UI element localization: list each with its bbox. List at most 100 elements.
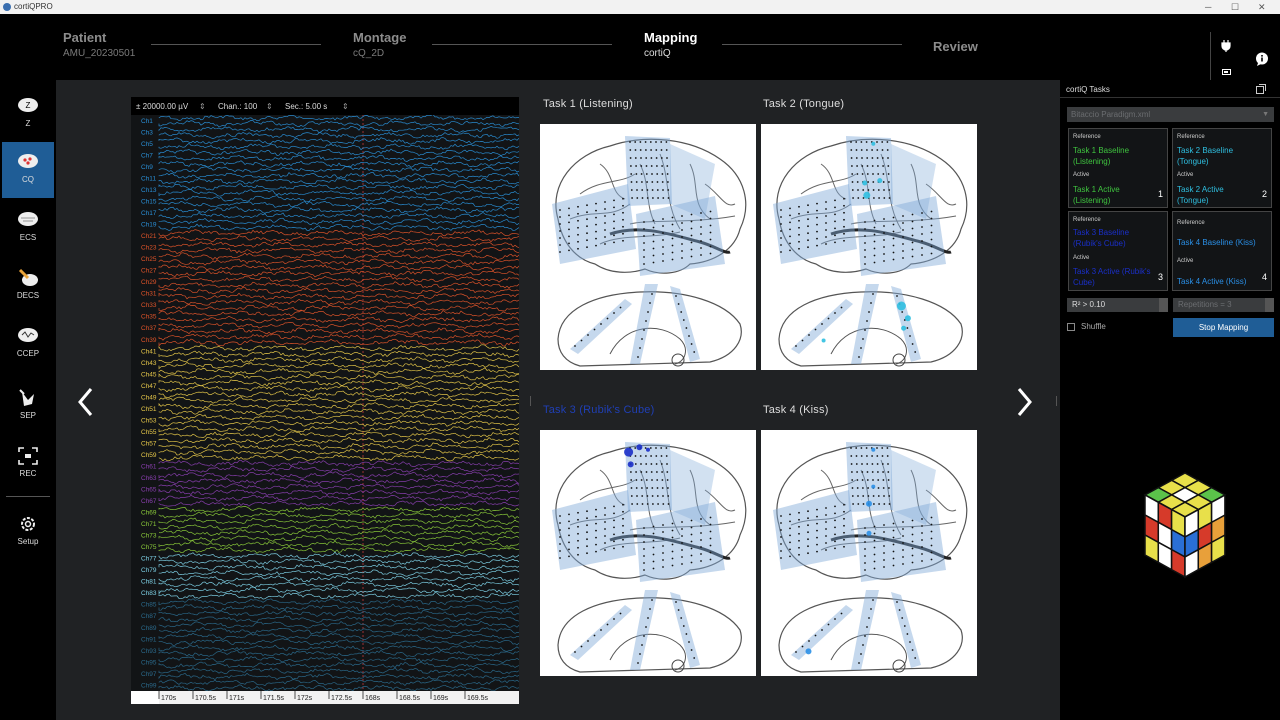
eeg-trace xyxy=(158,160,519,168)
chevron-left-icon[interactable] xyxy=(74,385,98,419)
step-patient[interactable]: Patient AMU_20230501 xyxy=(63,30,135,59)
sidebar-item-cq[interactable]: CQ xyxy=(2,142,54,198)
task-number: 1 xyxy=(1157,189,1163,199)
step-review[interactable]: Review xyxy=(933,39,978,54)
eeg-trace xyxy=(158,615,519,623)
shuffle-checkbox[interactable]: Shuffle xyxy=(1067,322,1106,331)
sidebar-item-label: CQ xyxy=(22,175,34,184)
brain-map-task-1[interactable] xyxy=(540,124,756,370)
channel-label: Ch45 xyxy=(141,371,157,378)
spin-arrows-icon[interactable]: ⇕ xyxy=(342,102,349,111)
channels-spinner[interactable]: Chan.: 100 xyxy=(218,102,257,111)
task-reference: Task 4 Baseline (Kiss) xyxy=(1177,238,1256,247)
eeg-trace xyxy=(158,194,519,203)
brain-map-task-4[interactable] xyxy=(761,430,977,676)
r2-threshold-spinner[interactable]: R² > 0.10 xyxy=(1067,298,1168,312)
sidebar-item-setup[interactable]: Setup xyxy=(2,504,54,560)
eeg-trace xyxy=(158,563,519,571)
eeg-trace xyxy=(158,263,519,272)
task-card-1[interactable]: Reference Task 1 Baseline (Listening) Ac… xyxy=(1068,128,1168,208)
eeg-trace xyxy=(158,586,519,595)
step-connector xyxy=(151,44,321,45)
r2-value: R² > 0.10 xyxy=(1072,300,1106,309)
eeg-trace xyxy=(158,154,519,162)
brain-map-task-2[interactable] xyxy=(761,124,977,370)
step-value: AMU_20230501 xyxy=(63,48,136,59)
channel-label: Ch63 xyxy=(141,475,157,482)
eeg-trace xyxy=(158,211,519,220)
eeg-trace xyxy=(158,252,519,260)
activation-marker xyxy=(901,325,907,331)
activation-marker xyxy=(862,180,868,186)
amplitude-spinner[interactable]: ± 20000.00 µV xyxy=(136,102,188,111)
eeg-trace xyxy=(158,557,519,566)
time-tick-label: 170.5s xyxy=(195,695,217,702)
sidebar-item-sep[interactable]: SEP xyxy=(2,378,54,434)
sidebar-item-decs[interactable]: DECS xyxy=(2,258,54,314)
eeg-trace xyxy=(158,115,519,122)
eeg-traces: Ch1 Ch3 Ch5 Ch7 Ch9 Ch11 Ch13 Ch15 Ch17 Ch19 Ch21 C… xyxy=(141,115,519,691)
eeg-trace xyxy=(158,661,519,669)
chevron-right-icon[interactable] xyxy=(1012,385,1036,419)
checkbox-box[interactable] xyxy=(1067,322,1075,331)
channel-label: Ch97 xyxy=(141,671,157,678)
step-title: Patient xyxy=(63,30,107,45)
splitter-handle[interactable] xyxy=(1056,396,1057,406)
eeg-trace xyxy=(158,603,519,612)
task-card-2[interactable]: Reference Task 2 Baseline (Tongue) Activ… xyxy=(1172,128,1272,208)
close-icon[interactable]: ✕ xyxy=(1258,0,1266,14)
sidebar-item-rec[interactable]: REC xyxy=(2,436,54,492)
paradigm-select[interactable]: Bitaccio Paradigm.xml ▼ xyxy=(1067,107,1274,122)
eeg-trace xyxy=(158,431,519,439)
spin-arrows-icon[interactable]: ⇕ xyxy=(266,102,273,111)
activation-marker xyxy=(896,301,906,311)
time-tick-label: 171.5s xyxy=(263,695,285,702)
task-reference: Task 3 Baseline (Rubik's Cube) xyxy=(1073,228,1130,248)
time-tick-label: 168s xyxy=(365,695,381,702)
splitter-handle[interactable] xyxy=(530,396,531,406)
window-title: cortiQPRO xyxy=(14,2,53,11)
brain-cq-icon xyxy=(18,154,38,168)
step-montage[interactable]: Montage cQ_2D xyxy=(353,30,406,59)
eeg-trace xyxy=(158,189,519,197)
eeg-trace xyxy=(158,396,519,404)
eeg-trace xyxy=(158,148,519,156)
channel-label: Ch29 xyxy=(141,279,157,286)
sidebar-item-ecs[interactable]: ECS xyxy=(2,200,54,256)
sidebar-item-z[interactable]: Z Z xyxy=(2,86,54,142)
activation-marker xyxy=(627,461,634,468)
sidebar-item-ccep[interactable]: CCEP xyxy=(2,316,54,372)
eeg-trace xyxy=(158,373,519,381)
step-mapping[interactable]: Mapping cortiQ xyxy=(644,30,697,59)
cortiq-tasks-panel: cortiQ Tasks Bitaccio Paradigm.xml ▼ Ref… xyxy=(1060,80,1280,720)
reference-label: Reference xyxy=(1177,134,1205,140)
eeg-viewer[interactable]: ± 20000.00 µV ⇕ Chan.: 100 ⇕ Sec.: 5.00 … xyxy=(131,97,519,704)
spin-arrows-icon[interactable] xyxy=(1159,298,1168,312)
repetitions-spinner[interactable]: Repetitions = 3 xyxy=(1173,298,1274,312)
brain-map-task-3[interactable] xyxy=(540,430,756,676)
info-chat-icon[interactable] xyxy=(1255,52,1269,66)
eeg-trace xyxy=(158,385,519,393)
channel-label: Ch71 xyxy=(141,521,157,528)
eeg-trace xyxy=(158,477,519,485)
spin-arrows-icon[interactable] xyxy=(1265,298,1274,312)
channel-label: Ch99 xyxy=(141,682,157,689)
eeg-trace xyxy=(158,609,519,617)
stop-mapping-button[interactable]: Stop Mapping xyxy=(1173,318,1274,337)
pop-out-icon[interactable] xyxy=(1256,84,1266,94)
channel-label: Ch11 xyxy=(141,176,156,183)
channel-label: Ch39 xyxy=(141,337,157,344)
spin-arrows-icon[interactable]: ⇕ xyxy=(199,102,206,111)
maximize-icon[interactable]: ☐ xyxy=(1231,0,1239,14)
minimize-icon[interactable]: ─ xyxy=(1205,0,1211,14)
plug-icon[interactable] xyxy=(1221,40,1231,52)
channel-label: Ch65 xyxy=(141,487,157,494)
task-card-3[interactable]: Reference Task 3 Baseline (Rubik's Cube)… xyxy=(1068,211,1168,291)
channel-label: Ch3 xyxy=(141,129,153,136)
channel-label: Ch93 xyxy=(141,648,157,655)
eeg-trace xyxy=(158,626,519,635)
eeg-trace xyxy=(158,217,519,226)
seconds-spinner[interactable]: Sec.: 5.00 s xyxy=(285,102,327,111)
task-card-4[interactable]: Reference Task 4 Baseline (Kiss) Active … xyxy=(1172,211,1272,291)
sidebar-item-label: SEP xyxy=(19,411,36,420)
